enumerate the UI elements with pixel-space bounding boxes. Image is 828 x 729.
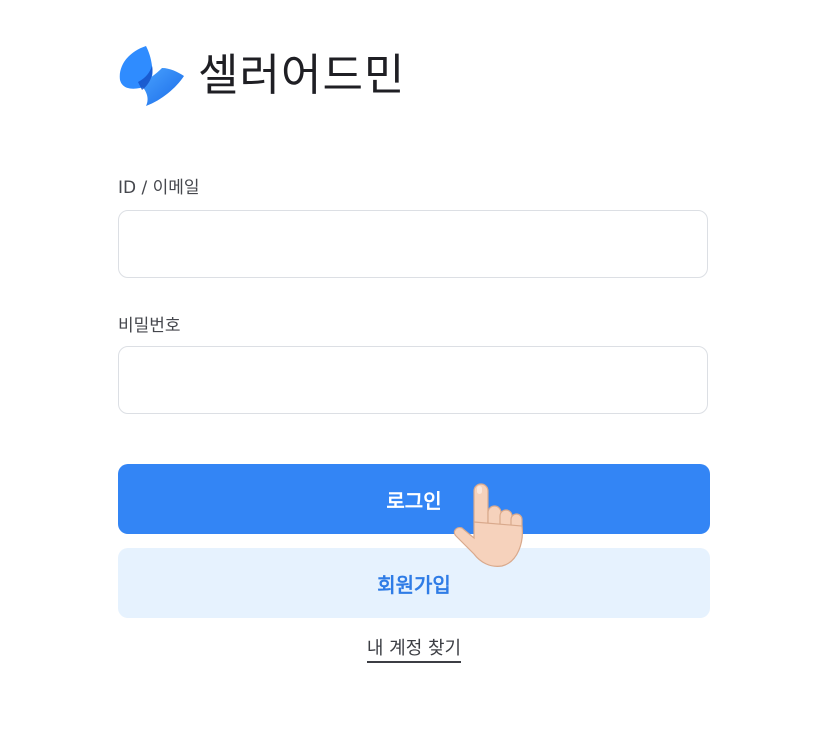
password-label: 비밀번호 xyxy=(118,316,181,336)
id-email-label: ID / 이메일 xyxy=(118,178,200,198)
signup-button[interactable]: 회원가입 xyxy=(118,548,710,618)
brand-name: 셀러어드민 xyxy=(198,50,406,101)
id-email-input[interactable] xyxy=(118,210,708,278)
brand-header: 셀러어드민 xyxy=(116,44,405,108)
find-account-link[interactable]: 내 계정 찾기 xyxy=(366,638,462,663)
leaf-logo-icon xyxy=(119,46,184,106)
password-input[interactable] xyxy=(118,346,708,414)
find-account-row: 내 계정 찾기 xyxy=(0,634,828,663)
login-button[interactable]: 로그인 xyxy=(118,464,710,534)
